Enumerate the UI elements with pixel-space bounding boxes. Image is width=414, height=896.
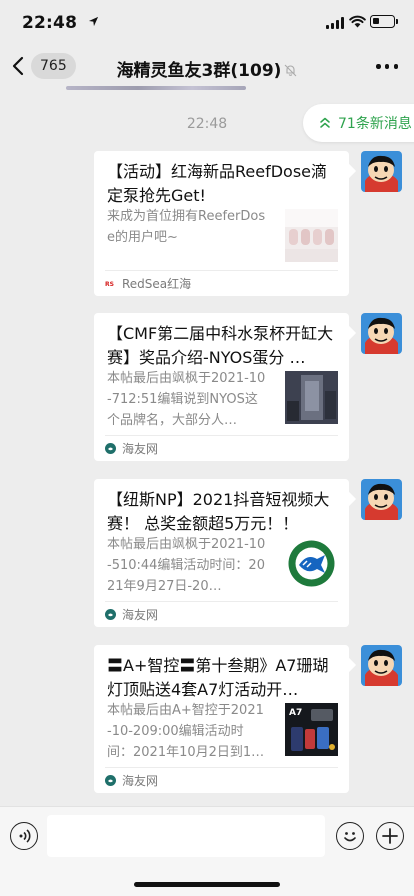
home-indicator	[134, 882, 280, 887]
redsea-logo-icon: RS	[105, 281, 116, 288]
card-description: 本帖最后由A+智控于2021-10-209:00编辑活动时间：2021年10月2…	[107, 703, 265, 760]
haiyou-logo-icon	[105, 443, 116, 454]
more-options-button[interactable]	[376, 64, 398, 70]
card-footer: 海友网	[105, 767, 338, 793]
sender-avatar[interactable]	[361, 645, 402, 686]
thumbnail-text: A7	[289, 708, 302, 718]
location-arrow-icon	[88, 16, 99, 27]
cropped-image-strip	[66, 86, 246, 90]
card-description: 本帖最后由飒枫于2021-10-712:51编辑说到NYOS这个品牌名，大部分人…	[107, 371, 266, 428]
card-thumbnail	[285, 537, 338, 590]
voice-input-button[interactable]	[10, 822, 38, 850]
status-time: 22:48	[22, 13, 78, 33]
card-thumbnail: A7	[285, 703, 338, 756]
card-description: 本帖最后由飒枫于2021-10-510:44编辑活动时间：2021年9月27日-…	[107, 537, 266, 594]
link-card-message[interactable]: 【纽斯NP】2021抖音短视频大赛！ 总奖金额超5万元！！ 本帖最后由飒枫于20…	[94, 479, 349, 627]
status-bar: 22:48	[0, 0, 414, 44]
card-title: 【CMF第二届中科水泵杯开缸大赛】奖品介绍-NYOS蛋分 …	[107, 324, 334, 367]
card-title: 【纽斯NP】2021抖音短视频大赛！ 总奖金额超5万元！！	[107, 490, 330, 533]
link-card-message[interactable]: 【CMF第二届中科水泵杯开缸大赛】奖品介绍-NYOS蛋分 … 本帖最后由飒枫于2…	[94, 313, 349, 461]
card-source: RedSea红海	[122, 277, 192, 291]
new-messages-label: 71条新消息	[338, 116, 412, 132]
double-chevron-up-icon	[320, 117, 330, 128]
more-functions-button[interactable]	[376, 822, 404, 850]
card-source: 海友网	[122, 774, 159, 788]
wifi-icon	[349, 15, 366, 28]
battery-icon	[370, 15, 398, 28]
emoji-button[interactable]	[336, 822, 364, 850]
nav-bar: 765 海精灵鱼友3群(109)	[0, 44, 414, 88]
sender-avatar[interactable]	[361, 151, 402, 192]
mute-bell-icon	[285, 64, 297, 77]
chat-title-text: 海精灵鱼友3群(109)	[116, 61, 282, 81]
cellular-signal-icon	[326, 17, 345, 29]
message-input[interactable]	[47, 815, 325, 857]
card-footer: 海友网	[105, 435, 338, 461]
chat-title: 海精灵鱼友3群(109)	[0, 56, 414, 81]
new-messages-button[interactable]: 71条新消息	[303, 104, 414, 142]
card-footer: RS RedSea红海	[105, 270, 338, 296]
card-description: 来成为首位拥有ReeferDose的用户吧~	[107, 209, 266, 245]
haiyou-logo-icon	[105, 775, 116, 786]
smiley-icon	[344, 832, 356, 842]
link-card-message[interactable]: 【活动】红海新品ReefDose滴定泵抢先Get! 来成为首位拥有ReeferD…	[94, 151, 349, 296]
card-footer: 海友网	[105, 601, 338, 627]
card-title: 【活动】红海新品ReefDose滴定泵抢先Get!	[107, 162, 328, 205]
battery-level	[373, 18, 379, 24]
sender-avatar[interactable]	[361, 479, 402, 520]
svg-text:RS: RS	[105, 281, 114, 288]
haiyou-logo-icon	[105, 609, 116, 620]
voice-wave-icon	[19, 829, 31, 843]
card-source: 海友网	[122, 608, 159, 622]
sender-avatar[interactable]	[361, 313, 402, 354]
card-title: 〓A+智控〓第十叁期》A7珊瑚灯顶贴送4套A7灯活动开…	[107, 656, 329, 699]
card-source: 海友网	[122, 442, 159, 456]
card-thumbnail	[285, 209, 338, 262]
plus-icon	[382, 828, 398, 844]
card-thumbnail	[285, 371, 338, 424]
link-card-message[interactable]: 〓A+智控〓第十叁期》A7珊瑚灯顶贴送4套A7灯活动开… 本帖最后由A+智控于2…	[94, 645, 349, 793]
